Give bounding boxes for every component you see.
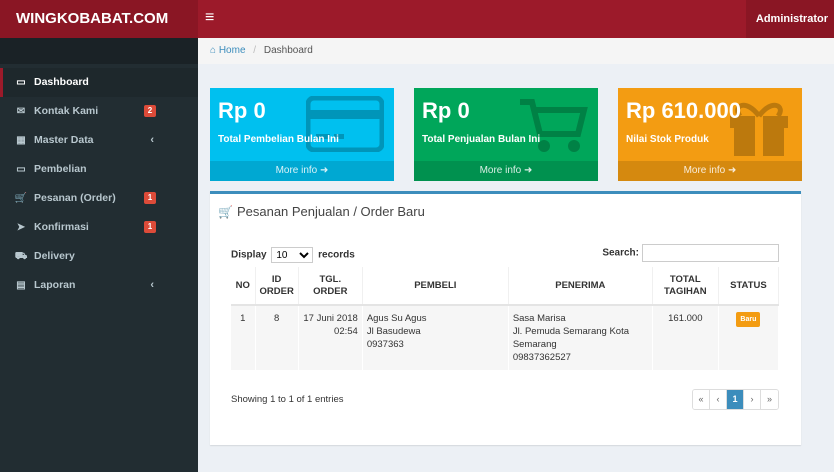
grid-icon: ▦ bbox=[16, 135, 26, 146]
sidebar-item-konfirmasi[interactable]: ➤ Konfirmasi 1 bbox=[0, 213, 198, 242]
chevron-left-icon: ‹ bbox=[150, 134, 154, 146]
pagination-next[interactable]: › bbox=[744, 390, 761, 409]
sidebar-item-label: Konfirmasi bbox=[34, 221, 89, 233]
sidebar-item-master-data[interactable]: ▦ Master Data ‹ bbox=[0, 126, 198, 155]
stat-value: Rp 610.000 bbox=[626, 98, 741, 123]
status-badge: Baru bbox=[736, 312, 761, 327]
sidebar-header bbox=[0, 38, 198, 64]
sidebar-item-label: Master Data bbox=[34, 134, 94, 146]
sidebar-item-pembelian[interactable]: ▭ Pembelian bbox=[0, 155, 198, 184]
count-badge: 1 bbox=[144, 221, 156, 233]
cell-recipient: Sasa Marisa Jl. Pemuda Semarang Kota Sema… bbox=[508, 305, 653, 370]
sidebar-item-delivery[interactable]: ⛟ Delivery bbox=[0, 242, 198, 271]
column-header[interactable]: TGL. ORDER bbox=[298, 267, 363, 306]
cell-total: 161.000 bbox=[652, 305, 719, 370]
column-header[interactable]: STATUS bbox=[718, 267, 780, 306]
monitor-icon: ▭ bbox=[16, 77, 26, 88]
stat-box-stok: Rp 610.000 Nilai Stok Produk More info ➜ bbox=[618, 88, 802, 181]
search-input[interactable] bbox=[642, 244, 779, 262]
more-info-link[interactable]: More info ➜ bbox=[414, 161, 598, 181]
sidebar-toggle-icon[interactable]: ≡ bbox=[205, 10, 214, 26]
orders-panel: 🛒 Pesanan Penjualan / Order Baru Display … bbox=[210, 191, 801, 445]
sidebar-item-label: Laporan bbox=[34, 279, 76, 291]
count-badge: 2 bbox=[144, 105, 156, 117]
sidebar-item-pesanan[interactable]: 🛒 Pesanan (Order) 1 bbox=[0, 184, 198, 213]
credit-card-icon: ▭ bbox=[16, 164, 26, 175]
cart-icon: 🛒 bbox=[218, 205, 233, 219]
cart-icon bbox=[520, 99, 588, 152]
cell-no: 1 bbox=[231, 305, 256, 370]
stat-box-penjualan: Rp 0 Total Penjualan Bulan Ini More info… bbox=[414, 88, 598, 181]
sidebar-item-label: Kontak Kami bbox=[34, 105, 99, 117]
cell-buyer: Agus Su Agus Jl Basudewa 0937363 bbox=[362, 305, 509, 370]
sidebar-item-laporan[interactable]: ▤ Laporan ‹ bbox=[0, 271, 198, 300]
send-icon: ➤ bbox=[16, 222, 26, 233]
column-header[interactable]: NO bbox=[231, 267, 256, 306]
table-search: Search: bbox=[602, 244, 779, 262]
sidebar-item-label: Dashboard bbox=[34, 76, 89, 88]
cart-icon: 🛒 bbox=[14, 193, 28, 204]
stat-label: Nilai Stok Produk bbox=[626, 134, 709, 145]
records-per-page: Display 10 records bbox=[231, 247, 355, 263]
cell-status: Baru bbox=[718, 305, 780, 370]
breadcrumb-current: Dashboard bbox=[263, 45, 313, 56]
stat-label: Total Pembelian Bulan Ini bbox=[218, 134, 339, 145]
sidebar-item-label: Pesanan (Order) bbox=[34, 192, 116, 204]
book-icon: ▤ bbox=[16, 280, 26, 291]
pagination-page-1[interactable]: 1 bbox=[727, 390, 744, 409]
app-logo[interactable]: WINGKOBABAT.COM bbox=[0, 0, 198, 38]
count-badge: 1 bbox=[144, 192, 156, 204]
stat-box-pembelian: Rp 0 Total Pembelian Bulan Ini More info… bbox=[210, 88, 394, 181]
stat-label: Total Penjualan Bulan Ini bbox=[422, 134, 541, 145]
page-size-select[interactable]: 10 bbox=[271, 247, 314, 263]
entries-info: Showing 1 to 1 of 1 entries bbox=[231, 394, 344, 405]
panel-title: 🛒 Pesanan Penjualan / Order Baru bbox=[218, 204, 425, 219]
sidebar-menu: ▭ Dashboard ✉ Kontak Kami 2 ▦ Master Data ‹… bbox=[0, 68, 198, 300]
envelope-icon: ✉ bbox=[16, 106, 26, 117]
top-navbar: WINGKOBABAT.COM ≡ Administrator bbox=[0, 0, 834, 38]
chevron-left-icon: ‹ bbox=[150, 279, 154, 291]
arrow-circle-right-icon: ➜ bbox=[728, 165, 737, 176]
column-header[interactable]: TOTAL TAGIHAN bbox=[652, 267, 719, 306]
column-header[interactable]: ID ORDER bbox=[255, 267, 299, 306]
arrow-circle-right-icon: ➜ bbox=[524, 165, 533, 176]
more-info-link[interactable]: More info ➜ bbox=[618, 161, 802, 181]
table-row[interactable]: 1 8 17 Juni 2018 02:54 Agus Su Agus Jl Bas… bbox=[231, 305, 780, 370]
breadcrumb-home-link[interactable]: ⌂ Home bbox=[210, 45, 246, 56]
pagination-last[interactable]: » bbox=[761, 390, 778, 409]
cell-order-id: 8 bbox=[255, 305, 299, 370]
arrow-circle-right-icon: ➜ bbox=[320, 165, 329, 176]
sidebar-item-kontak-kami[interactable]: ✉ Kontak Kami 2 bbox=[0, 97, 198, 126]
orders-table: NO ID ORDER TGL. ORDER PEMBELI PENERIMA … bbox=[231, 267, 780, 370]
column-header[interactable]: PENERIMA bbox=[508, 267, 653, 306]
user-menu[interactable]: Administrator bbox=[745, 0, 834, 38]
more-info-link[interactable]: More info ➜ bbox=[210, 161, 394, 181]
cell-order-date: 17 Juni 2018 02:54 bbox=[298, 305, 363, 370]
pagination-prev[interactable]: ‹ bbox=[710, 390, 727, 409]
breadcrumb-separator: / bbox=[253, 45, 257, 56]
column-header[interactable]: PEMBELI bbox=[362, 267, 509, 306]
pagination: « ‹ 1 › » bbox=[692, 389, 779, 410]
home-icon: ⌂ bbox=[210, 45, 217, 56]
truck-icon: ⛟ bbox=[14, 251, 28, 262]
sidebar-item-label: Pembelian bbox=[34, 163, 87, 175]
stat-value: Rp 0 bbox=[422, 98, 470, 123]
pagination-first[interactable]: « bbox=[693, 390, 710, 409]
sidebar-item-dashboard[interactable]: ▭ Dashboard bbox=[0, 68, 198, 97]
sidebar-item-label: Delivery bbox=[34, 250, 75, 262]
stat-value: Rp 0 bbox=[218, 98, 266, 123]
breadcrumb: ⌂ Home / Dashboard bbox=[198, 38, 834, 64]
sidebar: ▭ Dashboard ✉ Kontak Kami 2 ▦ Master Data ‹… bbox=[0, 38, 198, 472]
